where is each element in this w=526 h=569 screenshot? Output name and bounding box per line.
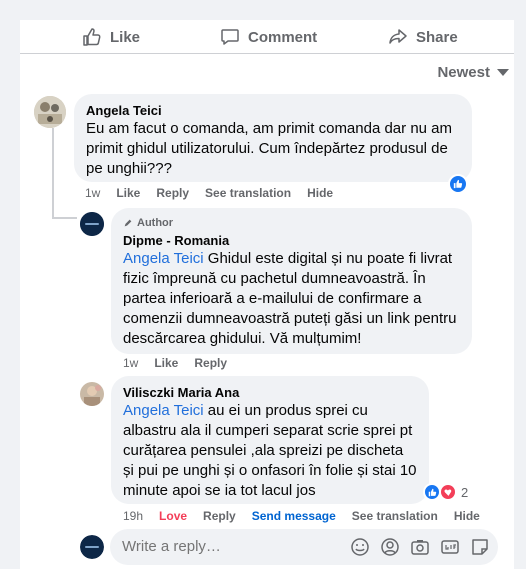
comment-action-label: Comment xyxy=(248,28,318,46)
thumbs-up-icon xyxy=(83,28,101,46)
reaction-count[interactable]: 2 xyxy=(461,485,468,500)
comment-meta: 19h Love Reply Send message See translat… xyxy=(123,509,496,523)
share-action-label: Share xyxy=(416,28,458,46)
comment-timestamp[interactable]: 1w xyxy=(123,356,138,370)
page-avatar[interactable] xyxy=(80,212,104,236)
comment-bubble: Angela Teici Eu am facut o comanda, am p… xyxy=(74,94,472,182)
like-reaction-icon[interactable] xyxy=(448,174,468,194)
sort-label: Newest xyxy=(437,64,490,81)
like-action-label: Like xyxy=(110,28,141,46)
comment-timestamp[interactable]: 19h xyxy=(123,509,143,523)
pencil-icon xyxy=(124,219,132,227)
comment-text: Angela Teici au ei un produs sprei cu al… xyxy=(123,401,417,501)
comment-author[interactable]: Vilisczki Maria Ana xyxy=(123,384,417,401)
comment-bubble: Author Dipme - Romania Angela Teici Ghid… xyxy=(111,208,472,354)
share-action-button[interactable]: Share xyxy=(388,27,458,47)
avatar-sticker-icon[interactable] xyxy=(380,537,400,557)
love-reaction-icon[interactable] xyxy=(439,483,457,501)
avatar-photo-icon xyxy=(80,382,104,406)
current-page-avatar[interactable] xyxy=(80,535,104,559)
like-link[interactable]: Like xyxy=(154,356,178,370)
comment-meta: 1w Like Reply See translation Hide xyxy=(85,186,349,200)
avatar-photo-icon xyxy=(34,96,66,128)
reply-input[interactable] xyxy=(122,538,342,555)
see-translation-link[interactable]: See translation xyxy=(352,509,438,523)
comment-meta: 1w Like Reply xyxy=(123,356,243,370)
comment-bubble: Vilisczki Maria Ana Angela Teici au ei u… xyxy=(111,376,429,504)
gif-icon[interactable] xyxy=(440,537,460,557)
post-action-bar: Like Comment Share xyxy=(20,20,514,54)
camera-icon[interactable] xyxy=(410,537,430,557)
dipme-logo-icon xyxy=(80,212,104,236)
thread-connector xyxy=(52,217,77,219)
commenter-avatar[interactable] xyxy=(34,96,66,128)
comment-author[interactable]: Angela Teici xyxy=(86,102,460,119)
reply-link[interactable]: Reply xyxy=(194,356,227,370)
comment-text: Eu am facut o comanda, am primit comanda… xyxy=(86,120,453,177)
sort-comments-dropdown[interactable]: Newest xyxy=(437,64,509,81)
author-badge-label: Author xyxy=(137,217,174,229)
like-link[interactable]: Like xyxy=(116,186,140,200)
reply-link[interactable]: Reply xyxy=(203,509,236,523)
reply-link[interactable]: Reply xyxy=(156,186,189,200)
thread-connector xyxy=(52,128,54,218)
comment-icon xyxy=(221,29,239,45)
caret-down-icon xyxy=(497,69,509,76)
comment-action-button[interactable]: Comment xyxy=(220,27,317,47)
author-badge: Author xyxy=(123,216,460,230)
like-action-button[interactable]: Like xyxy=(82,27,140,47)
sticker-icon[interactable] xyxy=(470,537,490,557)
composer-tools xyxy=(350,537,490,557)
see-translation-link[interactable]: See translation xyxy=(205,186,291,200)
love-link[interactable]: Love xyxy=(159,509,187,523)
hide-link[interactable]: Hide xyxy=(454,509,480,523)
commenter-avatar[interactable] xyxy=(80,382,104,406)
dipme-logo-icon xyxy=(80,535,104,559)
share-icon xyxy=(389,29,407,44)
reply-composer xyxy=(110,529,498,565)
comment-timestamp[interactable]: 1w xyxy=(85,186,100,200)
mention-link[interactable]: Angela Teici xyxy=(123,250,204,267)
comment-author[interactable]: Dipme - Romania xyxy=(123,232,460,249)
hide-link[interactable]: Hide xyxy=(307,186,333,200)
mention-link[interactable]: Angela Teici xyxy=(123,402,204,419)
comment-text: Angela Teici Ghidul este digital și nu p… xyxy=(123,249,460,349)
send-message-link[interactable]: Send message xyxy=(252,509,336,523)
emoji-icon[interactable] xyxy=(350,537,370,557)
